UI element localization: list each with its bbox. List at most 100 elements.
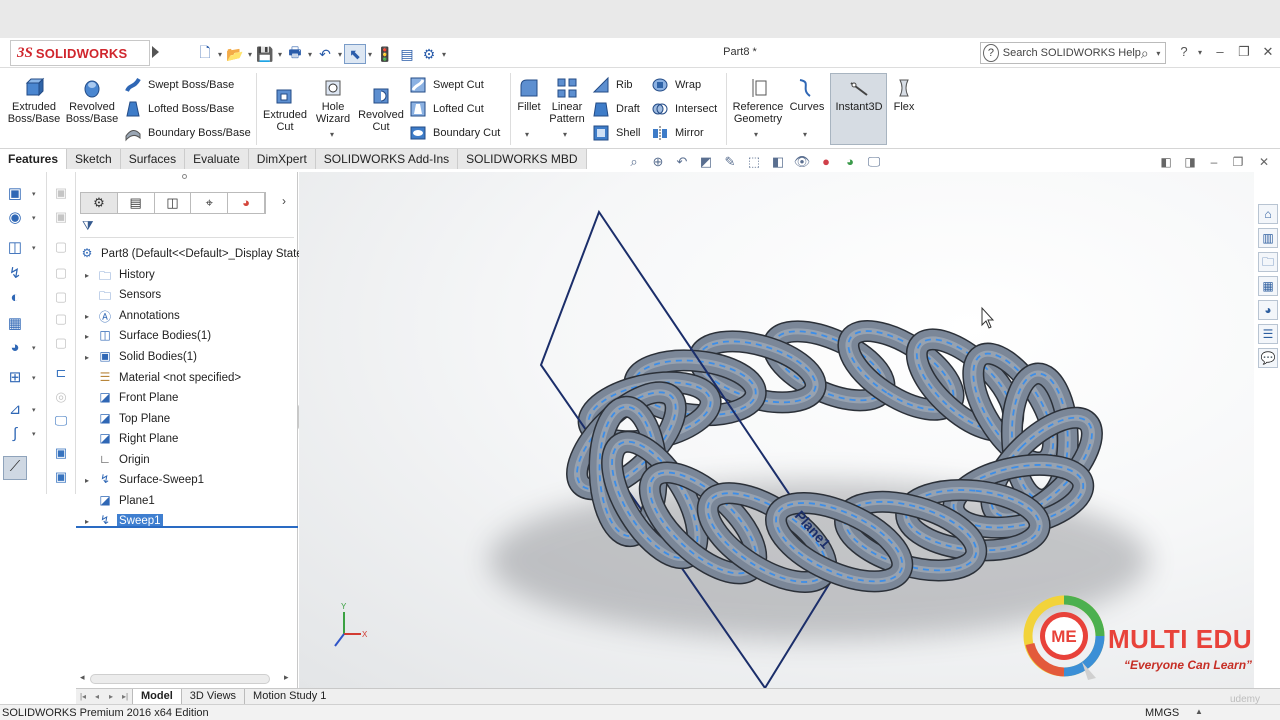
- fillet-button[interactable]: Fillet: [514, 77, 544, 113]
- linear-pattern-icon[interactable]: ⊞: [5, 368, 25, 388]
- chevron-down-icon[interactable]: ▾: [32, 344, 36, 352]
- wrap-button[interactable]: Wrap: [651, 76, 701, 94]
- custom-properties-icon[interactable]: ☰: [1258, 324, 1278, 344]
- scroll-right-icon[interactable]: ▸: [284, 672, 289, 683]
- viewport-close-icon[interactable]: ✕: [1254, 155, 1274, 169]
- rib-button[interactable]: Rib: [592, 76, 633, 94]
- chevron-up-icon[interactable]: ▲: [1195, 707, 1203, 716]
- design-library-icon[interactable]: ▥: [1258, 228, 1278, 248]
- viewport-restore-icon[interactable]: ❐: [1228, 155, 1248, 169]
- expand-icon[interactable]: ▸: [82, 271, 92, 280]
- viewport-minimize-icon[interactable]: –: [1204, 155, 1224, 169]
- chevron-down-icon[interactable]: ▾: [803, 130, 807, 139]
- rollback-bar[interactable]: [76, 526, 298, 528]
- chevron-down-icon[interactable]: ▾: [246, 50, 254, 59]
- configuration-manager-tab-icon[interactable]: ◫: [155, 193, 192, 213]
- help-search-box[interactable]: ? Search SOLIDWORKS Help ⌕ ▾: [980, 42, 1166, 64]
- tree-root[interactable]: ⚙ Part8 (Default<<Default>_Display State: [78, 244, 305, 264]
- fillet-icon[interactable]: ◕: [5, 338, 25, 358]
- mirror-icon[interactable]: 🖵: [52, 412, 70, 430]
- swept-boss-button[interactable]: Swept Boss/Base: [124, 76, 234, 94]
- tree-item-surface-sweep1[interactable]: ▸ ↯ Surface-Sweep1: [82, 470, 206, 490]
- last-tab-icon[interactable]: ▸|: [118, 692, 132, 701]
- next-tab-icon[interactable]: ▸: [104, 692, 118, 701]
- rebuild-icon[interactable]: 🚦: [374, 44, 396, 64]
- tree-item-sweep1[interactable]: ▸ ↯ Sweep1: [82, 511, 163, 531]
- zoom-to-fit-icon[interactable]: ⌕: [622, 154, 646, 172]
- shell-icon[interactable]: ▦: [5, 314, 25, 334]
- tree-item-material[interactable]: ☰ Material <not specified>: [82, 368, 243, 388]
- chevron-down-icon[interactable]: ▾: [336, 50, 344, 59]
- previous-view-icon[interactable]: ↶: [670, 154, 694, 172]
- extruded-boss-icon[interactable]: ▣: [5, 184, 25, 204]
- chevron-down-icon[interactable]: ▾: [440, 50, 448, 59]
- draft-button[interactable]: Draft: [592, 100, 640, 118]
- view-palette-icon[interactable]: ▦: [1258, 276, 1278, 296]
- flex-icon[interactable]: ▣: [52, 444, 70, 462]
- viewport-tile-left-icon[interactable]: ◧: [1156, 155, 1176, 169]
- chevron-down-icon[interactable]: ▾: [32, 374, 36, 382]
- chevron-down-icon[interactable]: ▾: [563, 130, 567, 139]
- filter-icon[interactable]: ⧩: [80, 218, 294, 238]
- solidworks-resources-home-icon[interactable]: ⌂: [1258, 204, 1278, 224]
- flex-button[interactable]: Flex: [890, 77, 918, 113]
- unit-system[interactable]: MMGS: [1145, 707, 1179, 719]
- chevron-down-icon[interactable]: ▾: [276, 50, 284, 59]
- search-icon[interactable]: ⌕: [1141, 45, 1156, 62]
- chevron-down-icon[interactable]: ▾: [306, 50, 314, 59]
- viewport-tile-right-icon[interactable]: ◨: [1180, 155, 1200, 169]
- tab-solidworks-add-ins[interactable]: SOLIDWORKS Add-Ins: [315, 149, 459, 169]
- print-icon[interactable]: 🖶: [284, 44, 306, 64]
- rib-icon[interactable]: ▢: [52, 334, 70, 352]
- expand-icon[interactable]: ▸: [82, 332, 92, 341]
- zoom-to-area-icon[interactable]: ⊕: [646, 154, 670, 172]
- view-settings-icon[interactable]: 🖵: [862, 154, 886, 172]
- apply-scene-icon[interactable]: ◕: [838, 154, 862, 172]
- prev-tab-icon[interactable]: ◂: [90, 692, 104, 701]
- chevron-down-icon[interactable]: ▾: [32, 244, 36, 252]
- tree-item-annotations[interactable]: ▸ Ⓐ Annotations: [82, 306, 182, 326]
- intersect-icon[interactable]: ◎: [52, 388, 70, 406]
- extruded-cut-icon[interactable]: ◫: [5, 238, 25, 258]
- tab-dimxpert[interactable]: DimXpert: [248, 149, 316, 169]
- revolved-boss-button[interactable]: Revolved Boss/Base: [64, 77, 120, 125]
- tree-item-top-plane[interactable]: ◪ Top Plane: [82, 409, 172, 429]
- linear-pattern-button[interactable]: Linear Pattern: [546, 77, 588, 125]
- chevron-down-icon[interactable]: ▾: [32, 190, 36, 198]
- expand-icon[interactable]: ▸: [82, 312, 92, 321]
- tree-item-origin[interactable]: ∟ Origin: [82, 450, 152, 470]
- chevron-down-icon[interactable]: ▾: [32, 406, 36, 414]
- section-view-icon[interactable]: ◩: [694, 154, 718, 172]
- chevron-down-icon[interactable]: ▾: [216, 50, 224, 59]
- tree-item-front-plane[interactable]: ◪ Front Plane: [82, 388, 180, 408]
- chevron-right-icon[interactable]: ›: [282, 194, 286, 208]
- chevron-down-icon[interactable]: ▾: [754, 130, 758, 139]
- file-properties-icon[interactable]: ▤: [396, 44, 418, 64]
- chevron-down-icon[interactable]: ▾: [330, 130, 334, 139]
- revolved-boss-icon[interactable]: ◉: [5, 208, 25, 228]
- tab-3d-views[interactable]: 3D Views: [180, 689, 244, 704]
- lofted-boss-button[interactable]: Lofted Boss/Base: [124, 100, 234, 118]
- tree-item-right-plane[interactable]: ◪ Right Plane: [82, 429, 180, 449]
- panel-grip-icon[interactable]: [182, 174, 187, 179]
- edit-appearance-icon[interactable]: ●: [814, 154, 838, 172]
- file-explorer-icon[interactable]: 🗀: [1258, 252, 1278, 272]
- tree-item-sensors[interactable]: 🗀 Sensors: [82, 285, 163, 305]
- solidworks-logo[interactable]: 3S SOLIDWORKS: [10, 40, 150, 66]
- reference-geometry-button[interactable]: Reference Geometry: [730, 77, 786, 125]
- expand-icon[interactable]: ▸: [82, 353, 92, 362]
- tree-item-surface-bodies[interactable]: ▸ ◫ Surface Bodies(1): [82, 326, 213, 346]
- tab-model[interactable]: Model: [132, 689, 181, 704]
- tab-features[interactable]: Features: [0, 149, 68, 169]
- expand-icon[interactable]: ▸: [82, 517, 92, 526]
- revolved-cut-icon[interactable]: ◐: [5, 288, 25, 308]
- expand-icon[interactable]: ▸: [82, 476, 92, 485]
- forum-icon[interactable]: 💬: [1258, 348, 1278, 368]
- curves-button[interactable]: Curves: [788, 77, 826, 113]
- select-pointer-icon[interactable]: ⬉: [344, 44, 366, 64]
- tab-motion-study-1[interactable]: Motion Study 1: [244, 689, 334, 704]
- display-style-icon[interactable]: ◧: [766, 154, 790, 172]
- chevron-down-icon[interactable]: ▾: [32, 214, 36, 222]
- scroll-thumb[interactable]: [90, 674, 270, 684]
- chevron-down-icon[interactable]: ▾: [1190, 48, 1210, 57]
